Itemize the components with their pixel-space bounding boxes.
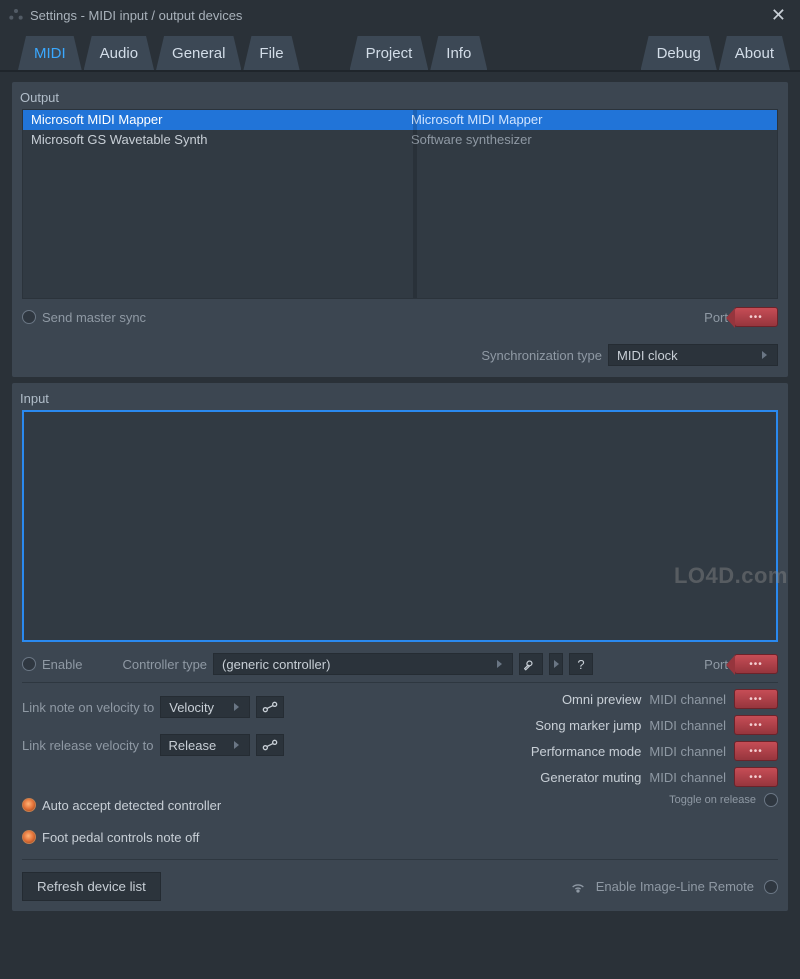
input-title: Input [20, 391, 778, 406]
controller-expand-button[interactable] [549, 653, 563, 675]
link-icon [262, 739, 278, 751]
chevron-right-icon [234, 703, 243, 711]
link-note-on-dropdown[interactable]: Velocity [160, 696, 250, 718]
song-marker-label: Song marker jump [535, 718, 641, 733]
link-note-on-value: Velocity [169, 700, 214, 715]
toggle-on-release-label: Toggle on release [669, 794, 756, 806]
performance-mode-channel-button[interactable] [734, 741, 778, 761]
song-marker-channel-button[interactable] [734, 715, 778, 735]
tab-debug[interactable]: Debug [641, 36, 717, 70]
wifi-icon [570, 879, 586, 895]
device-desc: Software synthesizer [411, 130, 769, 150]
link-icon [262, 701, 278, 713]
chevron-right-icon [554, 660, 559, 668]
midi-channel-label: MIDI channel [649, 692, 726, 707]
output-title: Output [20, 90, 778, 105]
tab-project[interactable]: Project [350, 36, 429, 70]
foot-pedal-radio[interactable] [22, 830, 36, 844]
link-release-value: Release [169, 738, 217, 753]
input-port-button[interactable] [734, 654, 778, 674]
input-enable-label: Enable [42, 657, 82, 672]
auto-accept-radio[interactable] [22, 798, 36, 812]
output-panel: Output Microsoft MIDI Mapper Microsoft M… [12, 82, 788, 377]
generator-muting-channel-button[interactable] [734, 767, 778, 787]
chevron-right-icon [762, 351, 771, 359]
link-release-label: Link release velocity to [22, 738, 154, 753]
controller-type-label: Controller type [122, 657, 207, 672]
send-master-sync-label: Send master sync [42, 310, 146, 325]
window-title: Settings - MIDI input / output devices [30, 8, 765, 23]
panel-area: Output Microsoft MIDI Mapper Microsoft M… [0, 72, 800, 979]
device-name: Microsoft MIDI Mapper [31, 110, 411, 130]
midi-channel-label: MIDI channel [649, 770, 726, 785]
toggle-on-release-radio[interactable] [764, 793, 778, 807]
tab-info[interactable]: Info [430, 36, 487, 70]
sync-type-value: MIDI clock [617, 348, 678, 363]
controller-help-button[interactable]: ? [569, 653, 593, 675]
output-port-label: Port [704, 310, 728, 325]
app-icon [8, 7, 24, 23]
controller-settings-button[interactable] [519, 653, 543, 675]
column-resize-handle[interactable] [413, 110, 417, 298]
chevron-right-icon [234, 741, 243, 749]
wrench-icon [524, 657, 538, 671]
midi-channel-label: MIDI channel [649, 718, 726, 733]
omni-preview-label: Omni preview [562, 692, 641, 707]
tab-midi[interactable]: MIDI [18, 36, 82, 70]
close-button[interactable]: ✕ [765, 5, 792, 26]
tab-audio[interactable]: Audio [84, 36, 154, 70]
release-link-button[interactable] [256, 734, 284, 756]
output-device-row[interactable]: Microsoft MIDI Mapper Microsoft MIDI Map… [23, 110, 777, 130]
input-panel: Input Enable Controller type (generic co… [12, 383, 788, 911]
controller-type-dropdown[interactable]: (generic controller) [213, 653, 513, 675]
performance-mode-label: Performance mode [531, 744, 642, 759]
tab-bar: MIDI Audio General File Project Info Deb… [0, 30, 800, 72]
note-on-link-button[interactable] [256, 696, 284, 718]
output-port-button[interactable] [734, 307, 778, 327]
refresh-device-list-button[interactable]: Refresh device list [22, 872, 161, 901]
output-device-list[interactable]: Microsoft MIDI Mapper Microsoft MIDI Map… [22, 109, 778, 299]
foot-pedal-label: Foot pedal controls note off [42, 830, 199, 845]
sync-type-dropdown[interactable]: MIDI clock [608, 344, 778, 366]
tab-about[interactable]: About [719, 36, 790, 70]
enable-remote-radio[interactable] [764, 880, 778, 894]
device-desc: Microsoft MIDI Mapper [411, 110, 769, 130]
generator-muting-label: Generator muting [540, 770, 641, 785]
link-release-dropdown[interactable]: Release [160, 734, 250, 756]
auto-accept-label: Auto accept detected controller [42, 798, 221, 813]
title-bar: Settings - MIDI input / output devices ✕ [0, 0, 800, 30]
sync-type-label: Synchronization type [481, 348, 602, 363]
midi-channel-label: MIDI channel [649, 744, 726, 759]
controller-type-value: (generic controller) [222, 657, 330, 672]
input-enable-radio[interactable] [22, 657, 36, 671]
link-note-on-label: Link note on velocity to [22, 700, 154, 715]
tab-general[interactable]: General [156, 36, 241, 70]
output-device-row[interactable]: Microsoft GS Wavetable Synth Software sy… [23, 130, 777, 150]
tab-file[interactable]: File [243, 36, 299, 70]
help-icon: ? [577, 657, 584, 672]
input-port-label: Port [704, 657, 728, 672]
enable-remote-label: Enable Image-Line Remote [596, 879, 754, 894]
input-device-list[interactable] [22, 410, 778, 642]
chevron-right-icon [497, 660, 506, 668]
send-master-sync-radio[interactable] [22, 310, 36, 324]
omni-preview-channel-button[interactable] [734, 689, 778, 709]
device-name: Microsoft GS Wavetable Synth [31, 130, 411, 150]
